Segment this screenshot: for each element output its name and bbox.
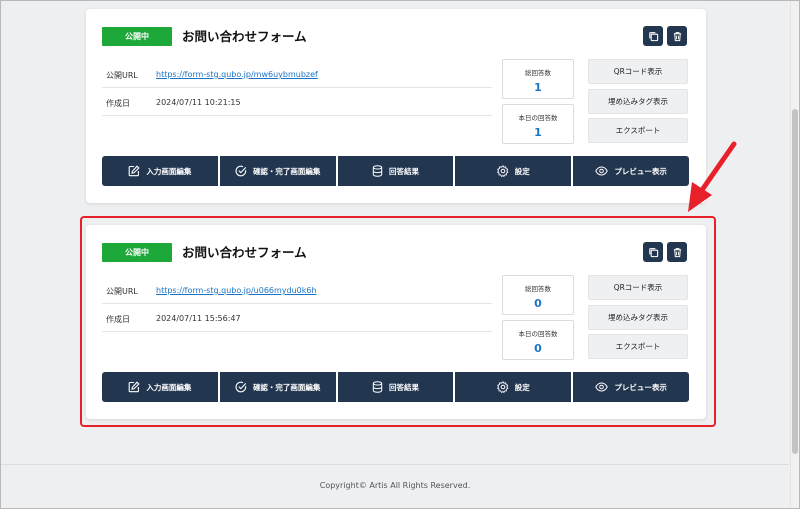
preview-label: プレビュー表示 [614,166,667,176]
total-responses-box: 総回答数 1 [502,59,574,99]
copy-button[interactable] [643,26,663,46]
edit-input-button[interactable]: 入力画面編集 [102,156,218,186]
scrollbar[interactable] [790,1,799,508]
today-responses-box: 本日の回答数 1 [502,104,574,144]
footer-copyright: Copyright© Artis All Rights Reserved. [319,481,471,490]
embed-tag-button[interactable]: 埋め込みタグ表示 [588,89,688,114]
highlight-frame [80,216,716,427]
created-label: 作成日 [106,99,130,108]
export-button[interactable]: エクスポート [588,118,688,143]
eye-icon [595,166,609,176]
footer-divider [1,464,789,465]
results-button[interactable]: 回答結果 [337,156,454,186]
preview-button[interactable]: プレビュー表示 [573,156,689,186]
results-label: 回答結果 [388,166,419,176]
url-row: 公開URL https://form-stg.qubo.jp/mw6uybmub… [102,60,492,88]
qr-code-button[interactable]: QRコード表示 [588,59,688,84]
trash-icon [673,31,681,41]
today-responses-count: 1 [534,126,542,139]
created-date: 2024/07/11 10:21:15 [156,98,241,107]
edit-confirm-button[interactable]: 確認・完了画面編集 [219,156,336,186]
settings-label: 設定 [514,166,530,176]
total-responses-count: 1 [534,81,542,94]
url-label: 公開URL [106,71,138,80]
scrollbar-thumb[interactable] [792,109,798,454]
database-icon [372,165,383,177]
form-card: 公開中 お問い合わせフォーム 公開URL https://form-stg.qu… [86,9,706,203]
edit-confirm-label: 確認・完了画面編集 [252,166,321,176]
edit-icon [129,165,140,177]
delete-button[interactable] [667,26,687,46]
copy-icon [648,31,658,41]
total-responses-label: 総回答数 [525,69,551,77]
check-circle-icon [235,165,247,177]
public-url-link[interactable]: https://form-stg.qubo.jp/mw6uybmubzef [156,70,318,79]
created-row: 作成日 2024/07/11 10:21:15 [102,88,492,116]
form-title: お問い合わせフォーム [182,29,307,44]
edit-input-label: 入力画面編集 [146,166,192,176]
today-responses-label: 本日の回答数 [518,114,558,122]
settings-button[interactable]: 設定 [455,156,572,186]
status-badge: 公開中 [102,27,172,46]
action-bar: 入力画面編集 確認・完了画面編集 回答結果 設定 プレビュー表示 [102,156,689,186]
gear-icon [496,165,509,177]
annotation-arrow [688,141,737,212]
